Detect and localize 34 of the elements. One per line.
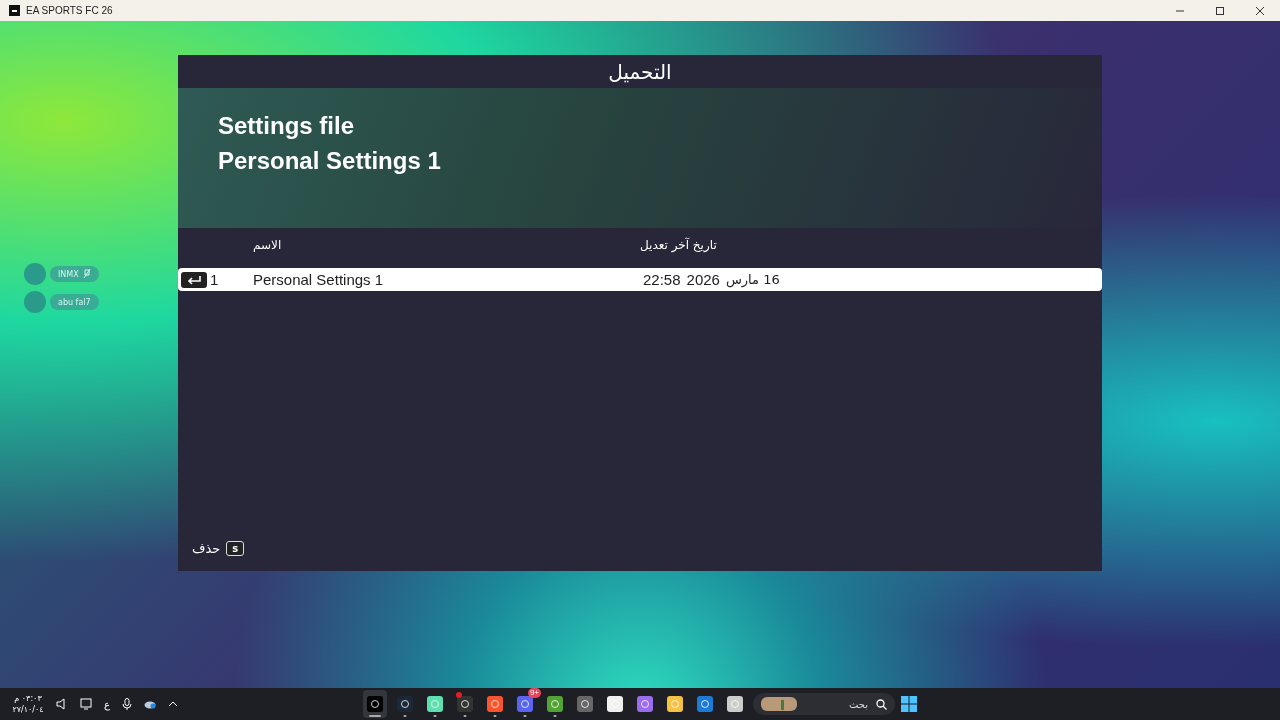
column-header: الاسم [253,238,283,252]
cloud-icon[interactable] [144,699,156,709]
column-header: تاريخ آخر تعديل [640,238,718,252]
hero-text: Settings file [218,111,356,141]
start-icon[interactable] [901,696,917,712]
clock[interactable]: ٠٣:٠٣ م ٢٧/١٠/٠٤ [10,693,46,715]
hero-text: Personal Settings 1 [218,146,442,176]
notification-badge: 9+ [527,688,541,698]
search-icon [876,698,887,710]
maximize-icon [1215,5,1225,16]
dialog-title: التحميل [607,58,673,86]
app-logo-icon [9,5,20,16]
search-box[interactable]: بحث [753,693,895,715]
row-index: 1 [209,271,220,288]
modified-day: 16 مارس [725,272,780,287]
volume-icon[interactable] [56,698,68,710]
chevron-up-icon[interactable] [168,700,178,708]
key-hint: s [226,541,245,556]
taskbar-app-button[interactable] [363,690,387,718]
file-name: Personal Settings 1 [253,271,385,288]
language-indicator[interactable]: ع [104,698,110,710]
user-tag: INMX [50,266,99,282]
monitor-icon[interactable] [80,698,92,710]
search-field[interactable]: بحث [803,697,870,711]
close-icon [1255,5,1265,16]
action-label: حذف [192,541,221,556]
modified-time: 22:58 [643,271,681,288]
modified-year: 2026 [686,271,720,288]
avatar [24,291,46,313]
window-title: EA SPORTS FC 26 [26,5,113,16]
avatar [24,263,46,285]
microphone-icon[interactable] [122,698,132,710]
enter-key-icon [181,271,207,288]
user-tag: abu fal7 [50,294,99,310]
